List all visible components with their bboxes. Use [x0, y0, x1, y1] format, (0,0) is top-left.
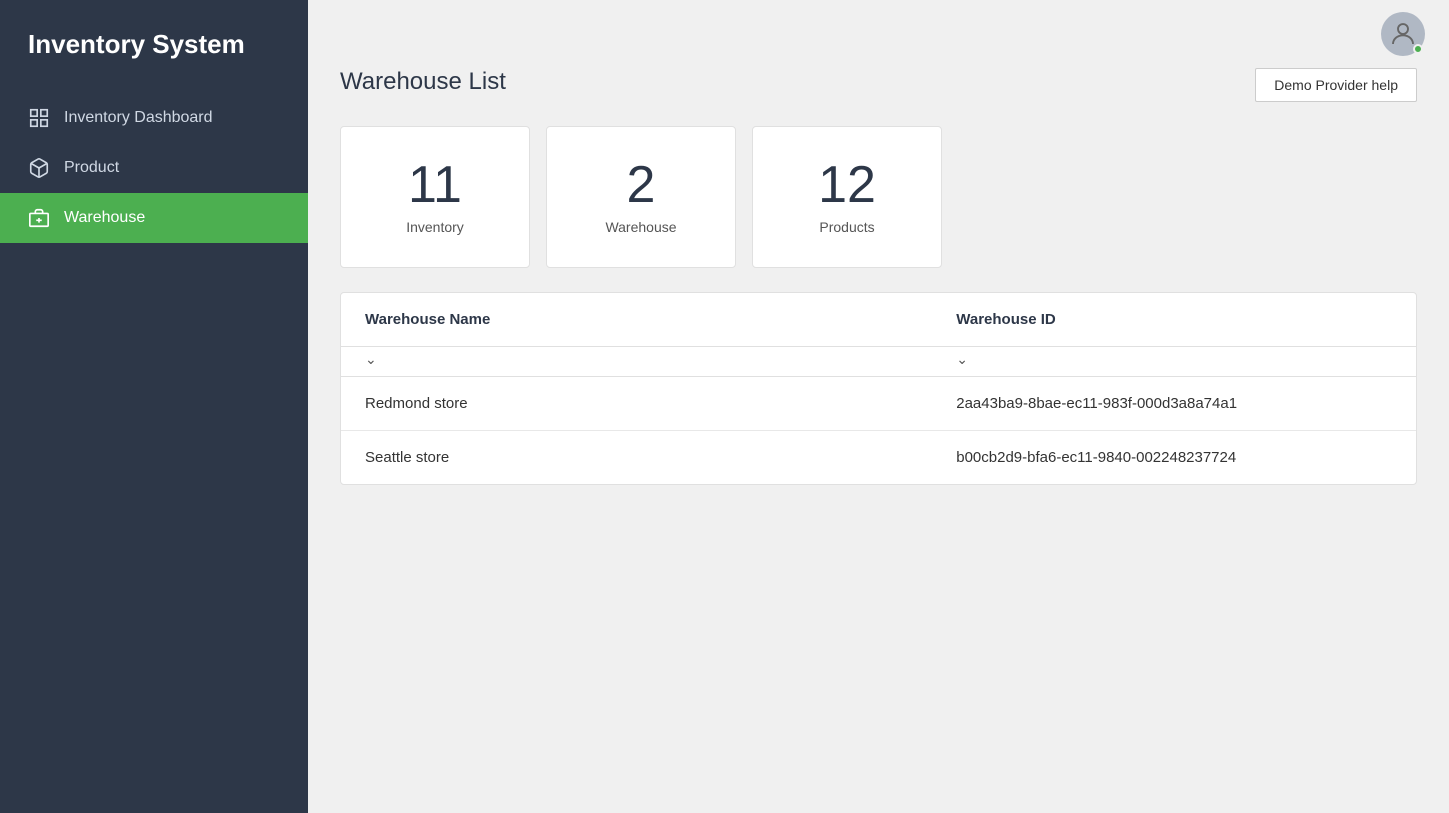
warehouse-name-cell: Seattle store [341, 431, 932, 485]
topbar [308, 0, 1449, 68]
table-row[interactable]: Redmond store 2aa43ba9-8bae-ec11-983f-00… [341, 377, 1416, 431]
stats-row: 11 Inventory2 Warehouse12 Products [340, 126, 1417, 268]
avatar[interactable] [1381, 12, 1425, 56]
warehouse-icon [28, 207, 50, 229]
id-sort-chevron[interactable]: ⌄ [956, 351, 968, 367]
stat-number-2: 12 [818, 159, 876, 211]
main-content: Warehouse List Demo Provider help 11 Inv… [308, 0, 1449, 813]
sidebar-item-inventory-dashboard[interactable]: Inventory Dashboard [0, 93, 308, 143]
help-button[interactable]: Demo Provider help [1255, 68, 1417, 102]
sidebar: Inventory System Inventory Dashboard Pro… [0, 0, 308, 813]
sidebar-item-product[interactable]: Product [0, 143, 308, 193]
table-body: Redmond store 2aa43ba9-8bae-ec11-983f-00… [341, 377, 1416, 485]
sort-row: ⌄ ⌄ [341, 347, 1416, 377]
stat-label-1: Warehouse [605, 219, 676, 235]
app-title: Inventory System [0, 0, 308, 93]
table-row[interactable]: Seattle store b00cb2d9-bfa6-ec11-9840-00… [341, 431, 1416, 485]
table-header-row: Warehouse Name Warehouse ID [341, 293, 1416, 347]
sidebar-item-label-product: Product [64, 159, 119, 177]
sidebar-item-label-warehouse: Warehouse [64, 209, 145, 227]
page-content: Warehouse List Demo Provider help 11 Inv… [308, 68, 1449, 813]
warehouse-id-cell: 2aa43ba9-8bae-ec11-983f-000d3a8a74a1 [932, 377, 1416, 431]
online-indicator [1413, 44, 1423, 54]
page-header: Warehouse List Demo Provider help [340, 68, 1417, 102]
warehouse-table: Warehouse Name Warehouse ID ⌄ ⌄ Redmond … [341, 293, 1416, 484]
warehouse-table-container: Warehouse Name Warehouse ID ⌄ ⌄ Redmond … [340, 292, 1417, 485]
stat-label-0: Inventory [406, 219, 464, 235]
page-title: Warehouse List [340, 68, 506, 96]
sidebar-item-warehouse[interactable]: Warehouse [0, 193, 308, 243]
sidebar-item-label-inventory-dashboard: Inventory Dashboard [64, 109, 213, 127]
stat-number-1: 2 [627, 159, 656, 211]
stat-card-1: 2 Warehouse [546, 126, 736, 268]
stat-label-2: Products [819, 219, 874, 235]
inventory-dashboard-icon [28, 107, 50, 129]
warehouse-id-cell: b00cb2d9-bfa6-ec11-9840-002248237724 [932, 431, 1416, 485]
stat-card-0: 11 Inventory [340, 126, 530, 268]
stat-card-2: 12 Products [752, 126, 942, 268]
stat-number-0: 11 [408, 159, 462, 211]
sidebar-nav: Inventory Dashboard Product Warehouse [0, 93, 308, 243]
col-header-name: Warehouse Name [341, 293, 932, 347]
warehouse-name-cell: Redmond store [341, 377, 932, 431]
col-header-id: Warehouse ID [932, 293, 1416, 347]
name-sort-chevron[interactable]: ⌄ [365, 351, 377, 367]
product-icon [28, 157, 50, 179]
